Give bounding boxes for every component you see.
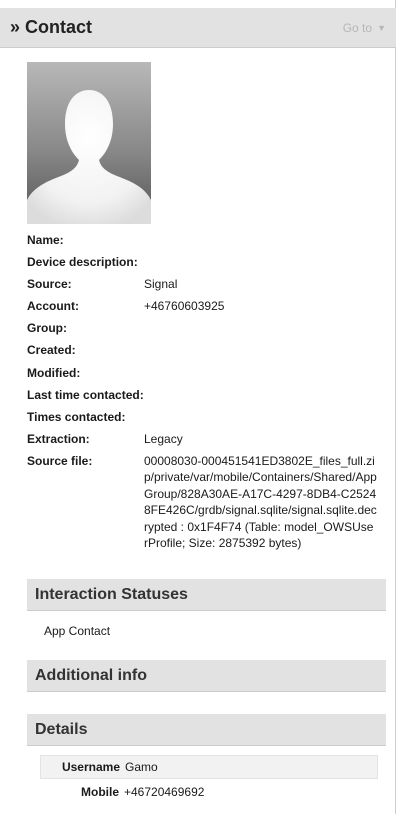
goto-label: Go to <box>342 20 373 35</box>
prop-label: Modified: <box>27 365 81 380</box>
prop-source-file: Source file: 00008030-000451541ED3802E_f… <box>27 453 377 552</box>
caret-down-icon: ▼ <box>377 22 386 33</box>
prop-label: Device description: <box>27 255 138 270</box>
prop-label: Source file: <box>27 453 93 468</box>
detail-row-mobile: Mobile +46720469692 <box>40 780 378 804</box>
prop-label: Last time contacted: <box>27 387 144 402</box>
contact-header: » Contact Go to ▼ <box>0 8 396 48</box>
prop-value: Legacy <box>144 431 183 446</box>
detail-value: +46720469692 <box>124 785 205 799</box>
prop-value: +46760603925 <box>144 299 225 314</box>
section-title: Interaction Statuses <box>35 585 188 603</box>
page-title: Contact <box>25 17 93 37</box>
prop-value: Signal <box>144 277 178 292</box>
double-chevron-right-icon[interactable]: » <box>10 17 20 38</box>
prop-label: Extraction: <box>27 431 90 446</box>
detail-row-username: Username Gamo <box>40 755 378 779</box>
prop-last-time-contacted: Last time contacted: <box>27 387 377 403</box>
detail-label: Username <box>61 760 120 774</box>
prop-label: Created: <box>27 343 76 358</box>
prop-group: Group: <box>27 320 377 336</box>
prop-device-description: Device description: <box>27 254 377 270</box>
prop-label: Name: <box>27 233 64 247</box>
source-file-path[interactable]: 00008030-000451541ED3802E_files_full.zip… <box>144 453 377 552</box>
contact-properties: Name: Device description: Source: Signal… <box>27 232 377 558</box>
section-title: Details <box>35 720 88 738</box>
section-additional-info[interactable]: Additional info <box>27 660 386 692</box>
person-silhouette-icon <box>27 62 151 224</box>
interaction-status-item: App Contact <box>44 624 111 638</box>
prop-label: Group: <box>27 321 67 336</box>
detail-value: Gamo <box>125 760 158 774</box>
avatar-silhouette <box>27 62 151 224</box>
section-details[interactable]: Details <box>27 714 386 746</box>
prop-times-contacted: Times contacted: <box>27 409 377 425</box>
prop-extraction: Extraction: Legacy <box>27 431 377 447</box>
detail-label: Mobile <box>81 785 119 799</box>
prop-account: Account: +46760603925 <box>27 298 377 314</box>
prop-modified: Modified: <box>27 365 377 381</box>
section-interaction-statuses[interactable]: Interaction Statuses <box>27 579 386 611</box>
prop-label: Source: <box>27 277 72 292</box>
prop-name: Name: <box>27 232 377 248</box>
prop-label: Account: <box>27 299 79 314</box>
prop-created: Created: <box>27 342 377 358</box>
goto-dropdown[interactable]: Go to ▼ <box>343 21 396 35</box>
header-left: » Contact <box>0 17 92 38</box>
prop-label: Times contacted: <box>27 409 126 424</box>
prop-source: Source: Signal <box>27 276 377 292</box>
section-title: Additional info <box>35 666 147 684</box>
